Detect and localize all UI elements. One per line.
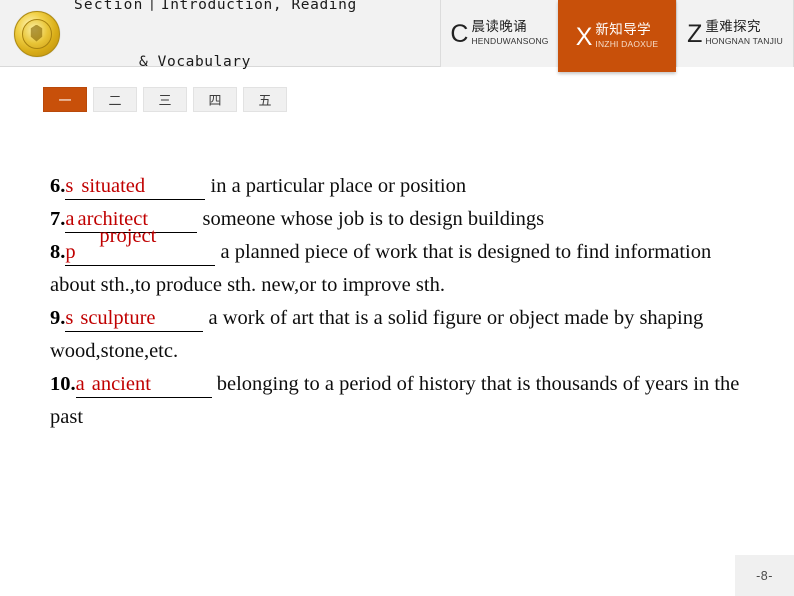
answer-text-9: sculpture [80,307,156,329]
tab-label-pinyin-2: HONGNAN TANJIU [705,36,783,46]
number-tab-4[interactable]: 四 [193,87,237,112]
number-tab-2[interactable]: 二 [93,87,137,112]
item-number-8: 8. [50,241,66,263]
answer-blank-6[interactable]: s situated [65,173,206,200]
number-tab-1[interactable]: 一 [43,87,87,112]
exercise-list: 6.s situated in a particular place or pos… [50,170,750,434]
section-name-line1: Introduction, Reading [160,0,357,13]
tab-label-pinyin-0: HENDUWANSONG [471,36,549,46]
number-tab-5[interactable]: 五 [243,87,287,112]
hint-letter-8: p [65,241,76,263]
tab-chendu-wansong[interactable]: C 晨读晚诵 HENDUWANSONG [440,0,558,67]
answer-blank-9[interactable]: s sculpture [65,305,204,332]
page-number-badge: -8- [735,555,794,596]
tab-label-cn-2: 重难探究 [705,19,761,35]
exercise-item-9: 9.s sculpture a work of art that is a sol… [50,302,750,368]
tab-letter-c: C [450,20,469,48]
tab-label-cn-0: 晨读晚诵 [471,19,528,35]
item-number-7: 7. [50,208,66,230]
section-label: Section [74,0,144,13]
tab-letter-z: Z [687,20,703,48]
exercise-item-8: 8.p project a planned piece of work that … [50,225,750,302]
tab-label-cn-1: 新知导学 [595,21,652,38]
hint-letter-10: a [75,373,85,395]
answer-blank-8[interactable]: p project [65,225,216,266]
tab-label-pinyin-1: INZHI DAOXUE [595,38,659,49]
answer-blank-10[interactable]: a ancient [75,371,212,398]
item-number-9: 9. [50,307,66,329]
definition-6: in a particular place or position [205,175,467,197]
item-number-10: 10. [50,373,76,395]
item-number-6: 6. [50,175,66,197]
header-tab-group: C 晨读晚诵 HENDUWANSONG X 新知导学 INZHI DAOXUE … [440,0,794,72]
answer-text-10: ancient [91,373,151,395]
school-emblem-icon [14,10,60,57]
tab-xinzhi-daoxue[interactable]: X 新知导学 INZHI DAOXUE [558,0,676,72]
exercise-item-6: 6.s situated in a particular place or pos… [50,170,750,203]
title-divider: ❘ [147,0,157,13]
section-name-line2: & Vocabulary [139,53,251,70]
header-branding: Section ❘ Introduction, Reading & Vocabula… [0,0,357,70]
answer-text-8: project [99,225,157,247]
tab-letter-x: X [575,22,593,51]
number-tab-3[interactable]: 三 [143,87,187,112]
tab-zhongnan-tanjiu[interactable]: Z 重难探究 HONGNAN TANJIU [676,0,794,67]
section-number-tabs: 一 二 三 四 五 [43,87,287,112]
header-bar: Section ❘ Introduction, Reading & Vocabula… [0,0,794,72]
answer-text-6: situated [81,175,146,197]
exercise-item-10: 10.a ancient belonging to a period of his… [50,368,750,434]
definition-7: someone whose job is to design buildings [197,208,545,230]
